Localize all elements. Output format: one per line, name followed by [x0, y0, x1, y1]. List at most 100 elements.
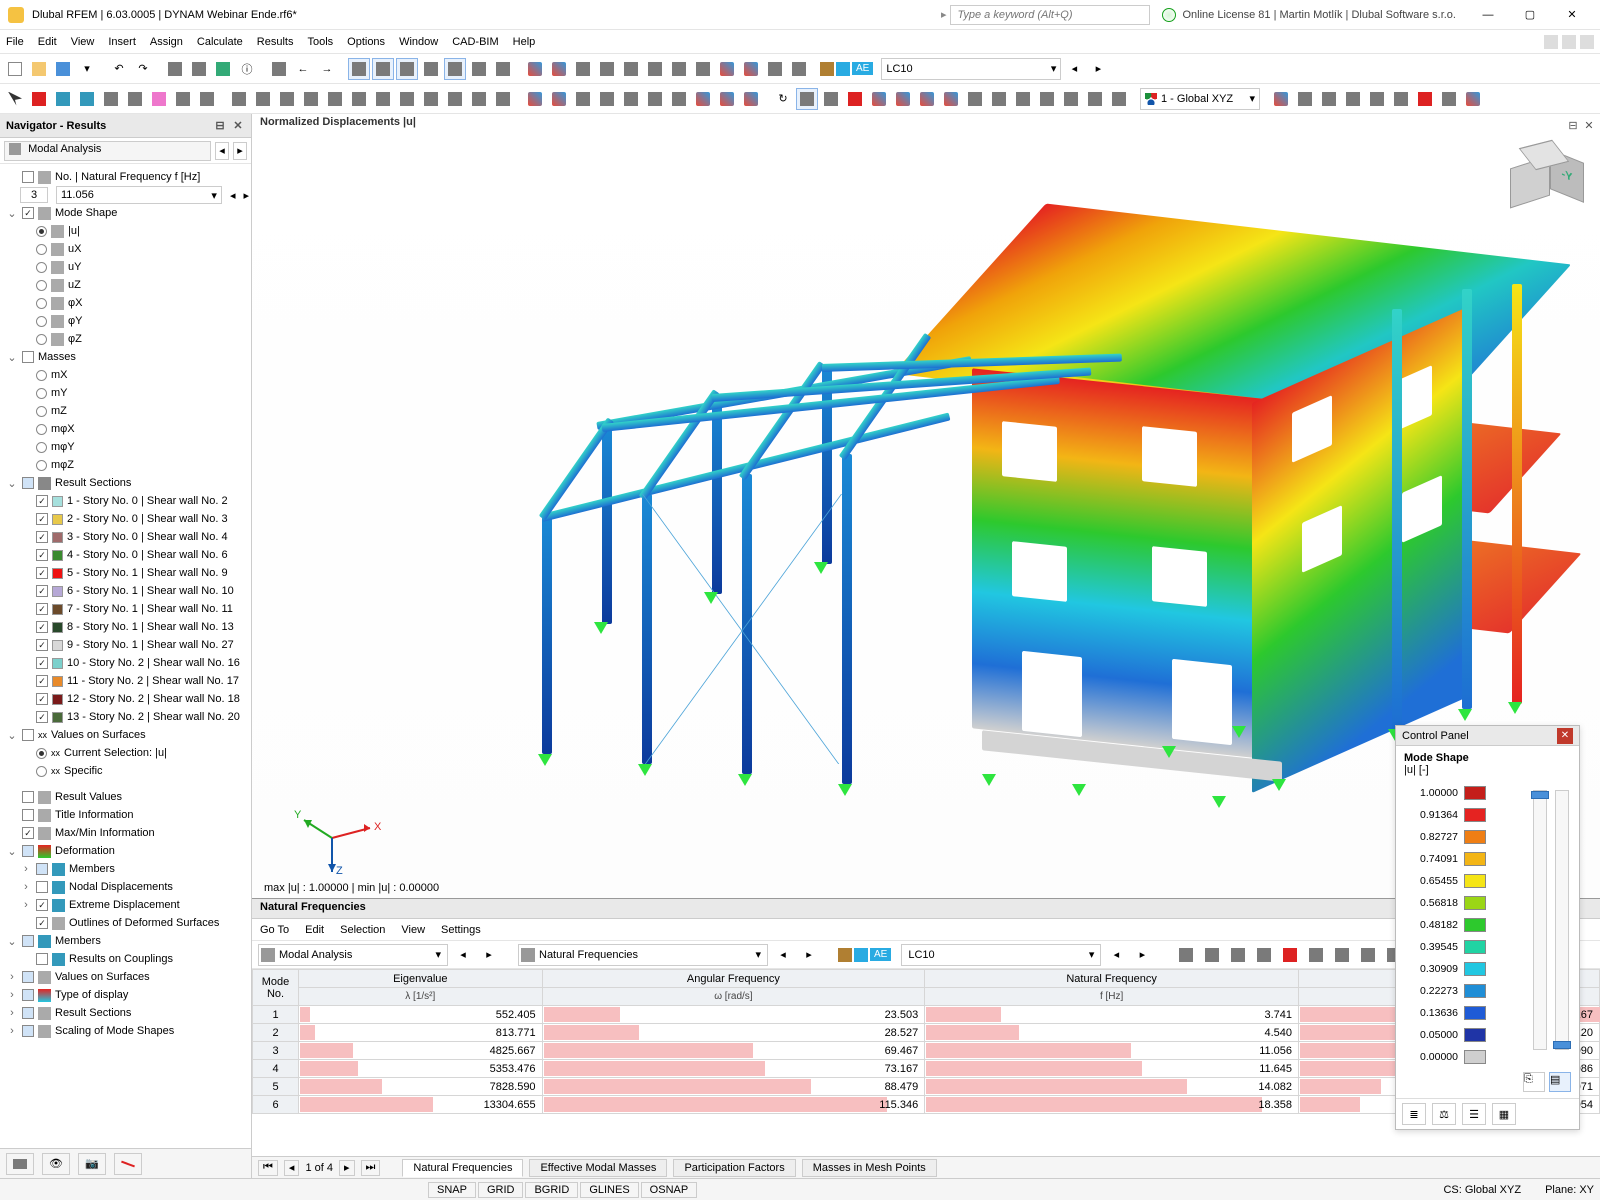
- nav-analysis-next[interactable]: ▸: [233, 142, 247, 160]
- tb-m10[interactable]: [740, 58, 762, 80]
- section-cb-13[interactable]: [36, 711, 48, 723]
- cp-slider-max[interactable]: [1533, 790, 1547, 1050]
- exp-sections[interactable]: ⌄: [6, 477, 18, 490]
- table-menu-settings[interactable]: Settings: [441, 924, 481, 936]
- tb2-line[interactable]: [52, 88, 74, 110]
- tb2-14[interactable]: [324, 88, 346, 110]
- keyword-search-input[interactable]: [950, 5, 1150, 25]
- tb-panel7[interactable]: [492, 58, 514, 80]
- lc-next[interactable]: ▸: [1087, 58, 1109, 80]
- tb2-12[interactable]: [276, 88, 298, 110]
- coord-select[interactable]: 1 - Global XYZ▾: [1140, 88, 1260, 110]
- opt-cb-2[interactable]: [22, 827, 34, 839]
- tb2-5[interactable]: [100, 88, 122, 110]
- th-af[interactable]: Angular Frequency: [542, 970, 925, 988]
- tb-m8[interactable]: [692, 58, 714, 80]
- tb2-node[interactable]: [28, 88, 50, 110]
- tb2-13[interactable]: [300, 88, 322, 110]
- tab-freq[interactable]: Natural Frequencies: [402, 1159, 523, 1177]
- tb2-37[interactable]: [916, 88, 938, 110]
- table-sel-type[interactable]: Natural Frequencies▾: [518, 944, 768, 966]
- mode-shape-radio-5[interactable]: [36, 316, 47, 327]
- sections-cb[interactable]: [22, 477, 34, 489]
- opt-cb-1[interactable]: [22, 809, 34, 821]
- tb2-41[interactable]: [1012, 88, 1034, 110]
- section-cb-12[interactable]: [36, 693, 48, 705]
- status-glines[interactable]: GLINES: [580, 1182, 638, 1198]
- section-cb-5[interactable]: [36, 567, 48, 579]
- tb-m2[interactable]: [548, 58, 570, 80]
- tb-save-dd[interactable]: ▾: [76, 58, 98, 80]
- tb-m1[interactable]: [524, 58, 546, 80]
- tb-info[interactable]: ⓘ: [236, 58, 258, 80]
- nav-analysis-select[interactable]: Modal Analysis: [4, 141, 211, 161]
- mode-shape-cb[interactable]: [22, 207, 34, 219]
- tb-m3[interactable]: [572, 58, 594, 80]
- members-sub-cb[interactable]: [36, 953, 48, 965]
- tb2-45[interactable]: [1108, 88, 1130, 110]
- table-sel-lc[interactable]: LC10▾: [901, 944, 1101, 966]
- minimize-button[interactable]: —: [1468, 3, 1508, 27]
- nav-btm-3[interactable]: 📷: [78, 1153, 106, 1175]
- tb2-44[interactable]: [1084, 88, 1106, 110]
- tb2-36[interactable]: [892, 88, 914, 110]
- vos-current-radio[interactable]: [36, 748, 47, 759]
- tb2-33[interactable]: [820, 88, 842, 110]
- pg-first[interactable]: ⏮: [258, 1160, 278, 1176]
- tb2-39[interactable]: [964, 88, 986, 110]
- section-cb-11[interactable]: [36, 675, 48, 687]
- tb-back[interactable]: ←: [292, 58, 314, 80]
- tb2-27[interactable]: [644, 88, 666, 110]
- freq-val-select[interactable]: 11.056▾: [56, 186, 222, 204]
- cp-tab-list[interactable]: ☰: [1462, 1103, 1486, 1125]
- tb2-23[interactable]: [548, 88, 570, 110]
- table-sel3-prev[interactable]: ◂: [1105, 944, 1127, 966]
- tp-t1[interactable]: [1175, 944, 1197, 966]
- tb-report[interactable]: [188, 58, 210, 80]
- tp-close[interactable]: ✕: [1582, 118, 1596, 132]
- tb2-19[interactable]: [444, 88, 466, 110]
- mass-radio-2[interactable]: [36, 406, 47, 417]
- tb2-50[interactable]: [1366, 88, 1388, 110]
- tb-calc[interactable]: [212, 58, 234, 80]
- tb-m9[interactable]: [716, 58, 738, 80]
- tb2-35[interactable]: [868, 88, 890, 110]
- exp-deform[interactable]: ⌄: [6, 845, 18, 858]
- tb2-20[interactable]: [468, 88, 490, 110]
- section-cb-1[interactable]: [36, 495, 48, 507]
- tb-m7[interactable]: [668, 58, 690, 80]
- tb-view1[interactable]: [268, 58, 290, 80]
- section-cb-10[interactable]: [36, 657, 48, 669]
- cp-slider-min[interactable]: [1555, 790, 1569, 1050]
- tp-t6[interactable]: [1305, 944, 1327, 966]
- table-menu-edit[interactable]: Edit: [305, 924, 324, 936]
- tb2-26[interactable]: [620, 88, 642, 110]
- tb2-cursor[interactable]: [4, 88, 26, 110]
- tb2-25[interactable]: [596, 88, 618, 110]
- tb2-42[interactable]: [1036, 88, 1058, 110]
- tb2-16[interactable]: [372, 88, 394, 110]
- tb2-43[interactable]: [1060, 88, 1082, 110]
- table-sel2-prev[interactable]: ◂: [772, 944, 794, 966]
- table-menu-goto[interactable]: Go To: [260, 924, 289, 936]
- menu-insert[interactable]: Insert: [108, 36, 136, 48]
- tb-panel6[interactable]: [468, 58, 490, 80]
- table-sel1-next[interactable]: ▸: [478, 944, 500, 966]
- tp-t4[interactable]: [1253, 944, 1275, 966]
- tb2-51[interactable]: [1390, 88, 1412, 110]
- freq-prev[interactable]: ◂: [230, 189, 236, 202]
- extra1-cb[interactable]: [22, 989, 34, 1001]
- table-sel1-prev[interactable]: ◂: [452, 944, 474, 966]
- nav-btm-2[interactable]: 👁: [42, 1153, 70, 1175]
- exp-mode-shape[interactable]: ⌄: [6, 207, 18, 220]
- nav-btm-1[interactable]: [6, 1153, 34, 1175]
- tb-m4[interactable]: [596, 58, 618, 80]
- tb2-22[interactable]: [524, 88, 546, 110]
- vos-cb[interactable]: [22, 729, 34, 741]
- nav-pin-icon[interactable]: ⊟: [213, 119, 227, 133]
- table-sel2-next[interactable]: ▸: [798, 944, 820, 966]
- mdi-min-icon[interactable]: [1544, 35, 1558, 49]
- mode-shape-radio-1[interactable]: [36, 244, 47, 255]
- mdi-restore-icon[interactable]: [1562, 35, 1576, 49]
- tb-panel1[interactable]: [348, 58, 370, 80]
